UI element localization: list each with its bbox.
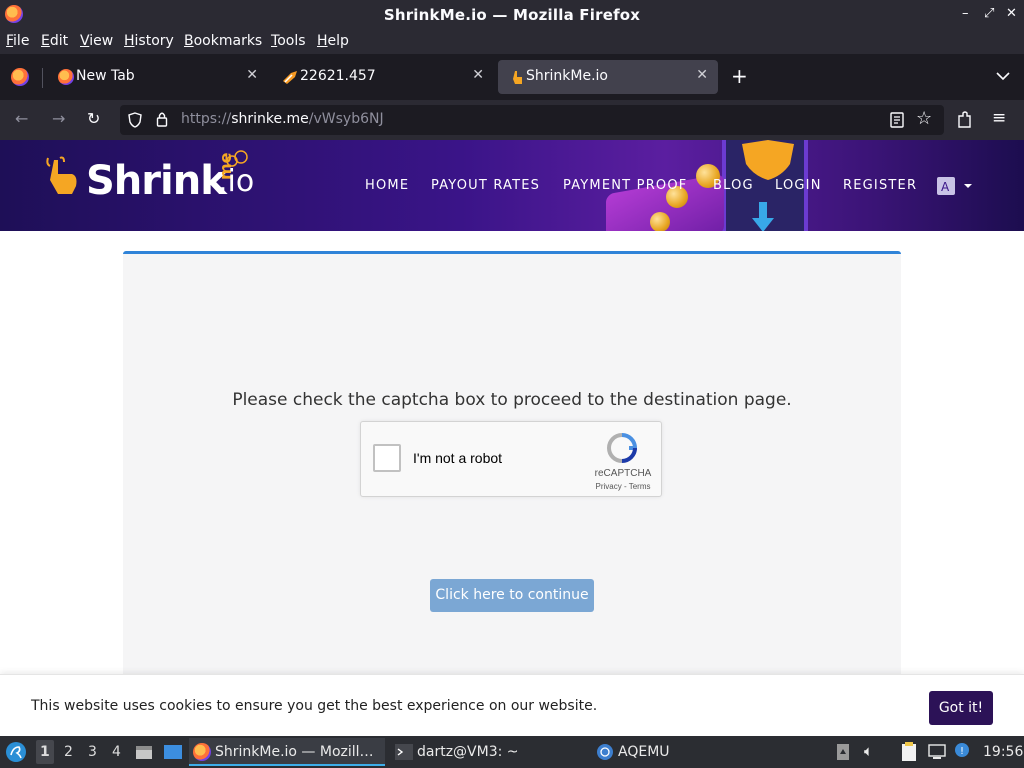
workspace-2[interactable]: 2 xyxy=(64,744,73,760)
logo-hand-icon xyxy=(46,156,77,194)
nav-payout-rates[interactable]: PAYOUT RATES xyxy=(431,178,540,193)
tab-shrinkme[interactable]: ShrinkMe.io ✕ xyxy=(498,60,718,94)
uup-icon xyxy=(283,71,297,84)
notes-tray-icon[interactable] xyxy=(900,742,918,762)
taskbar: 1 2 3 4 ShrinkMe.io — Mozill… dartz@VM3:… xyxy=(0,736,1024,768)
captcha-card: Please check the captcha box to proceed … xyxy=(123,251,901,736)
svg-text:A: A xyxy=(941,180,950,194)
cookie-banner: This website uses cookies to ensure you … xyxy=(0,674,1024,736)
tab-new-tab[interactable]: New Tab ✕ xyxy=(46,60,268,94)
new-tab-button[interactable]: + xyxy=(731,64,748,88)
reader-view-icon[interactable] xyxy=(890,112,904,128)
logo-io: .io xyxy=(218,164,255,199)
clock[interactable]: 19:56 xyxy=(983,744,1023,760)
menu-history[interactable]: History xyxy=(124,33,174,49)
window-title: ShrinkMe.io — Mozilla Firefox xyxy=(383,6,641,24)
nav-login[interactable]: LOGIN xyxy=(775,178,822,193)
show-desktop-icon[interactable] xyxy=(163,743,183,761)
start-menu-icon[interactable] xyxy=(5,741,27,763)
menu-edit[interactable]: Edit xyxy=(41,33,68,49)
recaptcha-brand: reCAPTCHA xyxy=(594,468,652,479)
forward-arrow-icon[interactable]: → xyxy=(52,109,65,128)
window-titlebar: ShrinkMe.io — Mozilla Firefox – ⤢ ✕ xyxy=(0,0,1024,30)
minimize-button[interactable]: – xyxy=(962,6,969,21)
coin-illustration xyxy=(650,212,670,231)
tab-label: New Tab xyxy=(76,68,135,84)
recaptcha-logo-icon xyxy=(606,433,638,463)
close-tab-icon[interactable]: ✕ xyxy=(472,67,484,83)
firefox-icon xyxy=(58,69,74,85)
back-arrow-icon[interactable]: ← xyxy=(15,109,28,128)
logo-bubbles-icon xyxy=(226,150,248,167)
url-text[interactable]: https://shrinke.me/vWsyb6NJ xyxy=(181,111,384,127)
task-terminal[interactable]: dartz@VM3: ~ xyxy=(391,738,587,766)
cookie-accept-button[interactable]: Got it! xyxy=(929,691,993,725)
close-window-button[interactable]: ✕ xyxy=(1006,6,1017,21)
volume-icon[interactable]: 🔈︎ xyxy=(864,742,873,760)
recaptcha-widget: I'm not a robot reCAPTCHA Privacy - Term… xyxy=(360,421,662,497)
task-label: dartz@VM3: ~ xyxy=(417,744,519,760)
menu-file[interactable]: File xyxy=(6,33,29,49)
nav-payment-proof[interactable]: PAYMENT PROOF xyxy=(563,178,687,193)
recaptcha-label: I'm not a robot xyxy=(413,450,503,466)
bookmark-star-icon[interactable]: ☆ xyxy=(916,108,932,129)
clipboard-tray-icon[interactable] xyxy=(836,743,850,761)
nav-register[interactable]: REGISTER xyxy=(843,178,917,193)
task-label: AQEMU xyxy=(618,744,670,760)
continue-button[interactable]: Click here to continue xyxy=(430,579,594,612)
aqemu-icon xyxy=(597,744,613,760)
task-aqemu[interactable]: AQEMU xyxy=(592,738,712,766)
svg-text:!: ! xyxy=(960,746,964,757)
tab-separator xyxy=(42,68,43,88)
close-tab-icon[interactable]: ✕ xyxy=(696,67,708,83)
extensions-icon[interactable] xyxy=(956,111,972,129)
shrinkme-hand-icon xyxy=(513,71,522,84)
tab-22621[interactable]: 22621.457 ✕ xyxy=(270,60,494,94)
site-header: Shrink me .io HOME PAYOUT RATES PAYMENT … xyxy=(0,140,1024,231)
captcha-prompt: Please check the captcha box to proceed … xyxy=(232,390,792,410)
menu-bar: File Edit View History Bookmarks Tools H… xyxy=(0,30,1024,54)
nav-blog[interactable]: BLOG xyxy=(713,178,754,193)
shield-icon[interactable] xyxy=(128,112,142,128)
task-label: ShrinkMe.io — Mozill… xyxy=(215,744,374,760)
terminal-icon xyxy=(395,744,413,760)
logo-shrink[interactable]: Shrink xyxy=(86,158,227,204)
list-all-tabs-icon[interactable] xyxy=(996,71,1010,81)
cookie-text: This website uses cookies to ensure you … xyxy=(31,698,598,714)
navigation-bar: ← → ↻ https://shrinke.me/vWsyb6NJ ☆ ≡ xyxy=(0,100,1024,140)
close-tab-icon[interactable]: ✕ xyxy=(246,67,258,83)
firefox-view-icon[interactable] xyxy=(11,68,29,86)
url-bar[interactable]: https://shrinke.me/vWsyb6NJ ☆ xyxy=(120,105,944,135)
workspace-4[interactable]: 4 xyxy=(112,744,121,760)
tab-label: 22621.457 xyxy=(300,68,376,84)
nav-home[interactable]: HOME xyxy=(365,178,409,193)
network-tray-icon[interactable] xyxy=(928,744,946,760)
firefox-icon xyxy=(193,743,211,761)
workspace-3[interactable]: 3 xyxy=(88,744,97,760)
maximize-button[interactable]: ⤢ xyxy=(984,6,994,21)
menu-help[interactable]: Help xyxy=(317,33,349,49)
tab-bar: New Tab ✕ 22621.457 ✕ ShrinkMe.io ✕ + xyxy=(0,54,1024,100)
reload-icon[interactable]: ↻ xyxy=(87,109,100,128)
recaptcha-checkbox[interactable] xyxy=(373,444,401,472)
file-manager-icon[interactable] xyxy=(135,743,153,761)
shield-illustration-icon xyxy=(742,140,794,180)
workspace-1[interactable]: 1 xyxy=(36,740,54,764)
hamburger-menu-icon[interactable]: ≡ xyxy=(992,108,1006,128)
menu-view[interactable]: View xyxy=(80,33,113,49)
update-notifier-icon[interactable]: ! xyxy=(954,742,970,760)
task-firefox[interactable]: ShrinkMe.io — Mozill… xyxy=(189,738,385,766)
down-arrow-illustration-icon xyxy=(752,202,774,231)
lock-icon[interactable] xyxy=(156,111,168,127)
menu-tools[interactable]: Tools xyxy=(271,33,306,49)
language-selector-icon[interactable]: A xyxy=(936,176,974,196)
page-content: Shrink me .io HOME PAYOUT RATES PAYMENT … xyxy=(0,140,1024,736)
menu-bookmarks[interactable]: Bookmarks xyxy=(184,33,262,49)
tab-label: ShrinkMe.io xyxy=(526,68,608,84)
recaptcha-privacy-terms[interactable]: Privacy - Terms xyxy=(583,482,663,491)
